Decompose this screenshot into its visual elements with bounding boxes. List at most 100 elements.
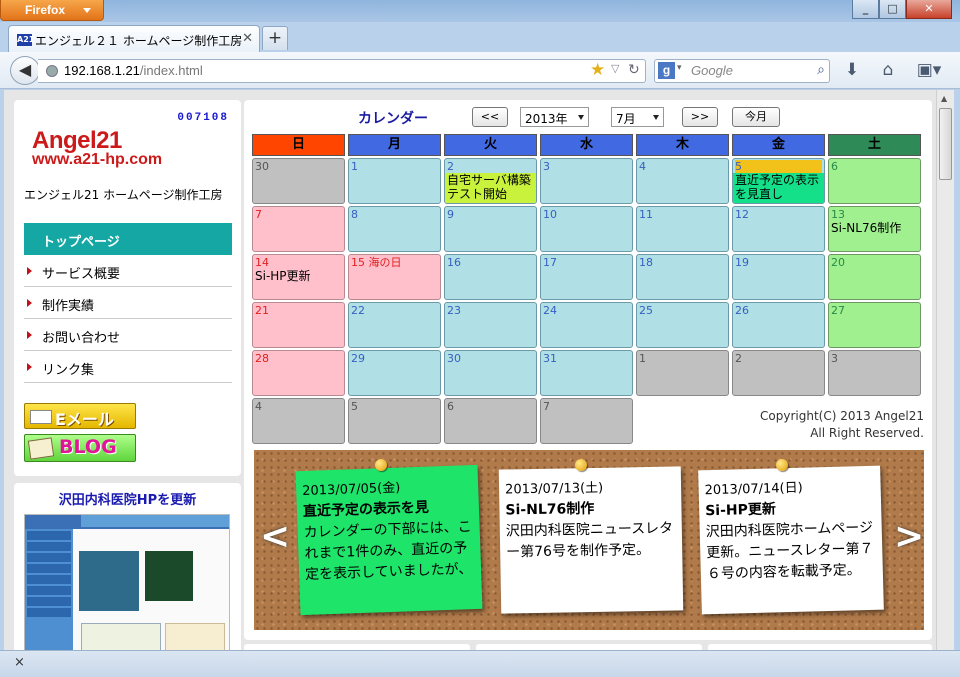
- calendar-day-cell[interactable]: 21: [252, 302, 345, 348]
- day-number: 2: [447, 160, 454, 173]
- calendar-day-cell[interactable]: 16: [444, 254, 537, 300]
- sidebar-item-works[interactable]: 制作実績: [24, 287, 232, 319]
- slider-prev-arrow[interactable]: <: [260, 516, 290, 557]
- calendar-day-cell[interactable]: 15 海の日: [348, 254, 441, 300]
- day-number: 26: [735, 304, 749, 317]
- engine-dropdown-icon[interactable]: ▾: [677, 62, 682, 73]
- search-icon[interactable]: ⌕: [817, 61, 825, 78]
- month-select[interactable]: 7月: [611, 107, 664, 127]
- close-window-button[interactable]: ✕: [906, 0, 952, 19]
- close-tab-icon[interactable]: ✕: [242, 31, 253, 46]
- bookmark-star-icon[interactable]: ★: [590, 60, 605, 80]
- calendar-day-cell[interactable]: 28: [252, 350, 345, 396]
- firefox-menu-button[interactable]: Firefox: [0, 0, 104, 21]
- sidebar-item-links[interactable]: リンク集: [24, 351, 232, 383]
- calendar-day-cell[interactable]: 7: [252, 206, 345, 252]
- calendar-day-cell[interactable]: 1: [348, 158, 441, 204]
- download-icon[interactable]: ⬇: [841, 60, 863, 80]
- calendar-day-cell[interactable]: 9: [444, 206, 537, 252]
- calendar-day-cell[interactable]: 6: [444, 398, 537, 444]
- calendar-day-cell[interactable]: 8: [348, 206, 441, 252]
- calendar-day-cell[interactable]: 27: [828, 302, 921, 348]
- weekday-header: 日: [252, 134, 345, 156]
- calendar-day-cell[interactable]: 4: [636, 158, 729, 204]
- day-number: 14: [255, 256, 269, 269]
- scrollbar-thumb[interactable]: [939, 108, 952, 180]
- calendar-day-cell[interactable]: 3: [540, 158, 633, 204]
- prev-month-button[interactable]: <<: [472, 107, 508, 127]
- news-note[interactable]: 2013/07/13(土) Si-NL76制作 沢田内科医院ニュースレター第76…: [498, 466, 684, 614]
- calendar-day-cell[interactable]: 30: [252, 158, 345, 204]
- calendar-day-cell[interactable]: 23: [444, 302, 537, 348]
- url-host: 192.168.1.21: [64, 63, 140, 78]
- calendar-day-cell[interactable]: 29: [348, 350, 441, 396]
- sidebar-item-top[interactable]: トップページ: [24, 223, 232, 255]
- calendar-day-cell[interactable]: 17: [540, 254, 633, 300]
- history-dropdown-icon[interactable]: ▽: [611, 62, 619, 75]
- close-statusbar-icon[interactable]: ×: [14, 655, 25, 670]
- calendar-day-cell[interactable]: 31: [540, 350, 633, 396]
- calendar-day-cell[interactable]: 4: [252, 398, 345, 444]
- back-button[interactable]: ◀: [10, 56, 40, 85]
- calendar-day-cell[interactable]: 20: [828, 254, 921, 300]
- day-number: 3: [831, 352, 838, 365]
- promo-title[interactable]: 沢田内科医院HPを更新: [14, 489, 241, 508]
- calendar-event[interactable]: 自宅サーバ構築テスト開始: [447, 173, 534, 201]
- slider-next-arrow[interactable]: >: [894, 516, 924, 557]
- vertical-scrollbar[interactable]: ▲: [936, 90, 954, 650]
- minimize-button[interactable]: _: [852, 0, 879, 19]
- home-icon[interactable]: ⌂: [877, 60, 899, 80]
- calendar-event[interactable]: Si-HP更新: [255, 269, 342, 283]
- calendar-day-cell[interactable]: 26: [732, 302, 825, 348]
- calendar-event[interactable]: 直近予定の表示を見直し: [735, 173, 822, 201]
- reload-icon[interactable]: ↻: [628, 61, 640, 78]
- promo-thumbnail-image[interactable]: [24, 514, 230, 650]
- calendar-day-cell[interactable]: 7: [540, 398, 633, 444]
- sidebar-item-services[interactable]: サービス概要: [24, 255, 232, 287]
- day-number: 20: [831, 256, 845, 269]
- bullet-triangle-icon: [27, 299, 32, 307]
- calendar-day-cell[interactable]: 2: [732, 350, 825, 396]
- bookmarks-menu-icon[interactable]: ▣▾: [914, 60, 944, 80]
- calendar-day-cell[interactable]: 1: [636, 350, 729, 396]
- news-note[interactable]: 2013/07/05(金) 直近予定の表示を見 カレンダーの下部には、これまで1…: [295, 464, 483, 616]
- day-number: 22: [351, 304, 365, 317]
- day-number: 30: [255, 160, 269, 173]
- calendar-event[interactable]: Si-NL76制作: [831, 221, 918, 235]
- calendar-day-cell[interactable]: 14 Si-HP更新: [252, 254, 345, 300]
- maximize-button[interactable]: □: [879, 0, 906, 19]
- calendar-day-cell[interactable]: 24: [540, 302, 633, 348]
- calendar-day-cell[interactable]: 11: [636, 206, 729, 252]
- next-month-button[interactable]: >>: [682, 107, 718, 127]
- news-note[interactable]: 2013/07/14(日) Si-HP更新 沢田内科医院ホームページ更新。ニュー…: [698, 465, 884, 615]
- calendar-day-cell[interactable]: 30: [444, 350, 537, 396]
- url-bar[interactable]: 192.168.1.21/index.html ★ ▽ ↻: [38, 59, 646, 83]
- scroll-up-icon[interactable]: ▲: [941, 94, 947, 103]
- bullet-triangle-icon: [27, 363, 32, 371]
- search-box[interactable]: g ▾ Google ⌕: [654, 59, 830, 83]
- blog-button[interactable]: BLOG: [24, 434, 136, 462]
- sidebar-item-contact[interactable]: お問い合わせ: [24, 319, 232, 351]
- calendar-day-cell[interactable]: 13 Si-NL76制作: [828, 206, 921, 252]
- calendar-day-cell[interactable]: 3: [828, 350, 921, 396]
- this-month-button[interactable]: 今月: [732, 107, 780, 127]
- calendar-day-cell[interactable]: 12: [732, 206, 825, 252]
- year-select[interactable]: 2013年: [520, 107, 589, 127]
- calendar-day-cell[interactable]: 19: [732, 254, 825, 300]
- calendar-day-cell[interactable]: 25: [636, 302, 729, 348]
- calendar-day-cell[interactable]: 5 直近予定の表示を見直し: [732, 158, 825, 204]
- day-number: 4: [639, 160, 646, 173]
- calendar-day-cell[interactable]: 6: [828, 158, 921, 204]
- browser-tab[interactable]: A21 エンジェル２１ ホームページ制作工房 ✕: [8, 25, 260, 52]
- calendar-day-cell[interactable]: 18: [636, 254, 729, 300]
- day-number: 25: [639, 304, 653, 317]
- search-placeholder: Google: [691, 63, 733, 78]
- calendar-day-cell[interactable]: 10: [540, 206, 633, 252]
- calendar-day-cell[interactable]: 22: [348, 302, 441, 348]
- email-button[interactable]: Eメール: [24, 403, 136, 429]
- new-tab-button[interactable]: +: [262, 26, 288, 50]
- calendar-day-cell[interactable]: 2 自宅サーバ構築テスト開始: [444, 158, 537, 204]
- site-logo-url[interactable]: www.a21-hp.com: [32, 151, 162, 169]
- calendar-day-cell[interactable]: 5: [348, 398, 441, 444]
- day-number: 4: [255, 400, 262, 413]
